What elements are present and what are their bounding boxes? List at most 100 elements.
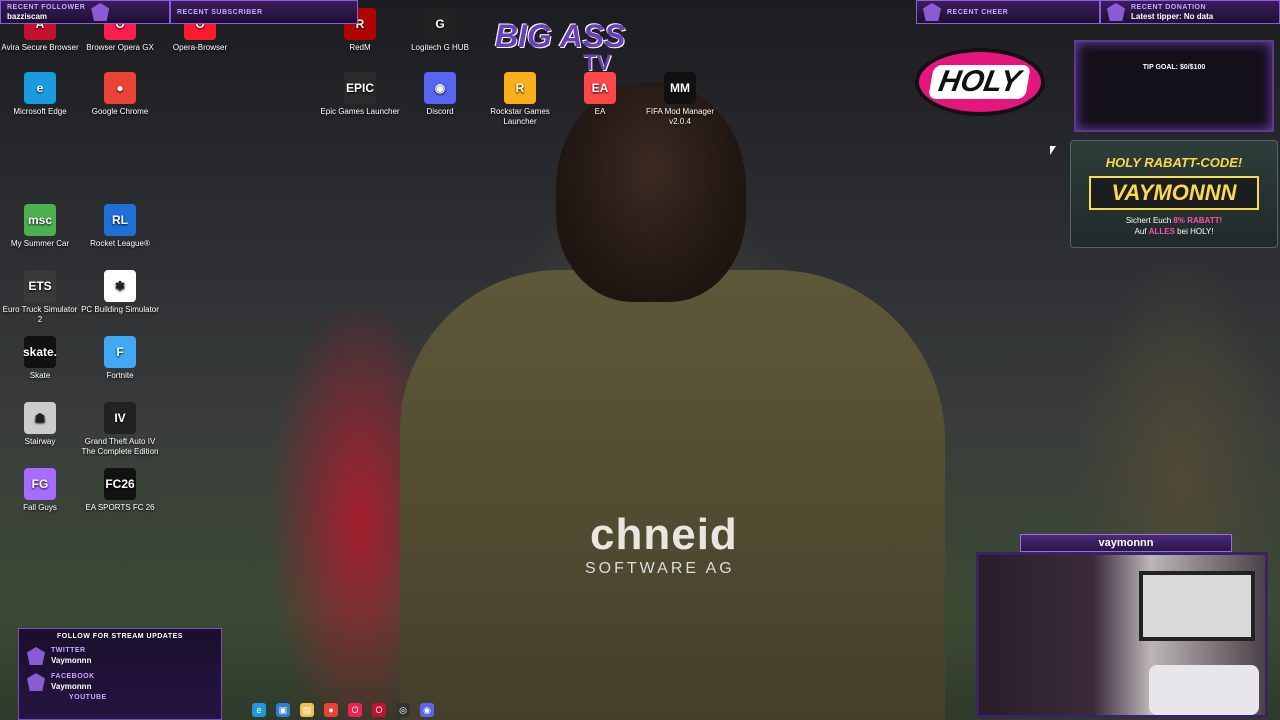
recent-subscriber-bar: RECENT SUBSCRIBER	[170, 0, 358, 24]
follow-network: TWITTER	[51, 647, 86, 654]
app-icon: ✱	[104, 270, 136, 302]
desktop-icon-label: PC Building Simulator	[81, 305, 159, 314]
desktop-icon-label: Euro Truck Simulator 2	[2, 305, 78, 324]
desktop-icon-label: Fall Guys	[23, 503, 57, 512]
desktop-icon[interactable]: EA EA	[560, 72, 640, 117]
app-icon: RL	[104, 204, 136, 236]
desktop-icon[interactable]: RL Rocket League®	[80, 204, 160, 249]
desktop-icon-label: Opera-Browser	[172, 43, 228, 52]
badge-icon	[923, 3, 941, 21]
taskbar: e ▣ ▤ ● O O ◎ ◉	[244, 700, 444, 720]
app-icon: MM	[664, 72, 696, 104]
app-icon: EPIC	[344, 72, 376, 104]
tip-goal-text: TIP GOAL: $0/$100	[1142, 64, 1206, 71]
app-icon: EA	[584, 72, 616, 104]
wallpaper-jersey-text: chneid	[590, 510, 738, 559]
desktop-icon-label: Browser Opera GX	[86, 43, 154, 52]
follow-row-twitter: TWITTER Vaymonnn	[27, 646, 221, 666]
recent-follower-label: RECENT FOLLOWER	[7, 4, 86, 11]
desktop-icon[interactable]: msc My Summer Car	[0, 204, 80, 249]
wallpaper-player-body	[400, 270, 945, 720]
obs-taskbar-icon[interactable]: ◎	[396, 703, 410, 717]
desktop-icon-label: My Summer Car	[10, 239, 70, 248]
follow-handle: Vaymonnn	[51, 682, 92, 691]
app-icon: IV	[104, 402, 136, 434]
tip-goal-panel: TIP GOAL: $0/$100	[1074, 40, 1274, 132]
recent-follower-bar: RECENT FOLLOWER bazziscam	[0, 0, 170, 24]
store-taskbar-icon[interactable]: ▣	[276, 703, 290, 717]
recent-cheer-bar: RECENT CHEER	[916, 0, 1100, 24]
stream-logo-sub: TV	[583, 50, 612, 75]
desktop-icon[interactable]: FC26 EA SPORTS FC 26	[80, 468, 160, 513]
desktop-icon[interactable]: FG Fall Guys	[0, 468, 80, 513]
app-icon: F	[104, 336, 136, 368]
desktop-icon[interactable]: F Fortnite	[80, 336, 160, 381]
app-icon: G	[424, 8, 456, 40]
desktop-icon-label: Stairway	[24, 437, 56, 446]
desktop-icon-label: Rockstar Games Launcher	[490, 107, 550, 126]
desktop-icon[interactable]: skate. Skate	[0, 336, 80, 381]
app-icon: skate.	[23, 336, 57, 368]
webcam-bed	[1149, 665, 1259, 715]
desktop-icon[interactable]: ● Google Chrome	[80, 72, 160, 117]
holy-logo: HOLY	[915, 48, 1045, 116]
desktop-icon-label: Google Chrome	[91, 107, 149, 116]
twitter-icon	[27, 647, 45, 665]
follow-header: FOLLOW FOR STREAM UPDATES	[57, 633, 183, 640]
badge-icon	[1107, 3, 1125, 21]
recent-donation-label: RECENT DONATION	[1131, 4, 1207, 11]
app-icon: R	[504, 72, 536, 104]
desktop-icon[interactable]: ☗ Stairway	[0, 402, 80, 447]
app-icon: ◉	[424, 72, 456, 104]
promo-line-1-highlight: 8% RABATT!	[1173, 216, 1223, 225]
desktop-icon-label: EA	[594, 107, 606, 116]
app-icon: e	[24, 72, 56, 104]
holy-logo-text: HOLY	[928, 65, 1032, 99]
recent-subscriber-label: RECENT SUBSCRIBER	[177, 8, 263, 16]
desktop-icon[interactable]: MM FIFA Mod Manager v2.0.4	[640, 72, 720, 127]
chrome-taskbar-icon[interactable]: ●	[324, 703, 338, 717]
promo-code: VAYMONNN	[1089, 176, 1259, 210]
mouse-cursor-icon	[1050, 146, 1056, 155]
opera-taskbar-icon[interactable]: O	[372, 703, 386, 717]
app-icon: ETS	[24, 270, 56, 302]
desktop-icon-label: Discord	[426, 107, 454, 116]
follow-network: YOUTUBE	[69, 694, 107, 701]
facebook-icon	[27, 673, 45, 691]
desktop-icon-label: Epic Games Launcher	[320, 107, 400, 116]
promo-line-2: Auf ALLES bei HOLY!	[1071, 226, 1277, 237]
desktop-icon[interactable]: e Microsoft Edge	[0, 72, 80, 117]
follow-row-youtube: YOUTUBE	[27, 694, 221, 701]
desktop-icon-label: Microsoft Edge	[13, 107, 67, 116]
desktop-icon[interactable]: G Logitech G HUB	[400, 8, 480, 53]
webcam-window	[1139, 571, 1255, 641]
desktop-icon-label: Fortnite	[106, 371, 134, 380]
recent-cheer-label: RECENT CHEER	[947, 8, 1009, 16]
edge-taskbar-icon[interactable]: e	[252, 703, 266, 717]
explorer-taskbar-icon[interactable]: ▤	[300, 703, 314, 717]
desktop-icon[interactable]: ETS Euro Truck Simulator 2	[0, 270, 80, 325]
desktop-icon[interactable]: ◉ Discord	[400, 72, 480, 117]
app-icon: FC26	[104, 468, 136, 500]
desktop-icon[interactable]: EPIC Epic Games Launcher	[320, 72, 400, 117]
recent-follower-value: bazziscam	[7, 12, 48, 21]
discord-taskbar-icon[interactable]: ◉	[420, 703, 434, 717]
desktop-icon-label: FIFA Mod Manager v2.0.4	[645, 107, 715, 126]
desktop-icon[interactable]: IV Grand Theft Auto IV The Complete Editi…	[80, 402, 160, 457]
opera-gx-taskbar-icon[interactable]: O	[348, 703, 362, 717]
desktop-icon[interactable]: R Rockstar Games Launcher	[480, 72, 560, 127]
promo-title: HOLY RABATT-CODE!	[1105, 155, 1243, 170]
follow-network: FACEBOOK	[51, 673, 95, 680]
desktop-icon[interactable]: ✱ PC Building Simulator	[80, 270, 160, 315]
wallpaper-jersey-sub: SOFTWARE AG	[585, 560, 735, 577]
desktop-icon-label: Avira Secure Browser	[1, 43, 79, 52]
recent-donation-bar: RECENT DONATION Latest tipper: No data	[1100, 0, 1280, 24]
desktop-icon-label: Logitech G HUB	[411, 43, 469, 52]
desktop-icon-label: EA SPORTS FC 26	[85, 503, 155, 512]
desktop-icon-label: Rocket League®	[90, 239, 150, 248]
promo-line-2-highlight: ALLES	[1148, 227, 1175, 236]
badge-icon	[91, 3, 110, 21]
promo-line-1-text: Sichert Euch	[1125, 216, 1174, 225]
follow-row-facebook: FACEBOOK Vaymonnn	[27, 672, 221, 692]
app-icon: ☗	[24, 402, 56, 434]
